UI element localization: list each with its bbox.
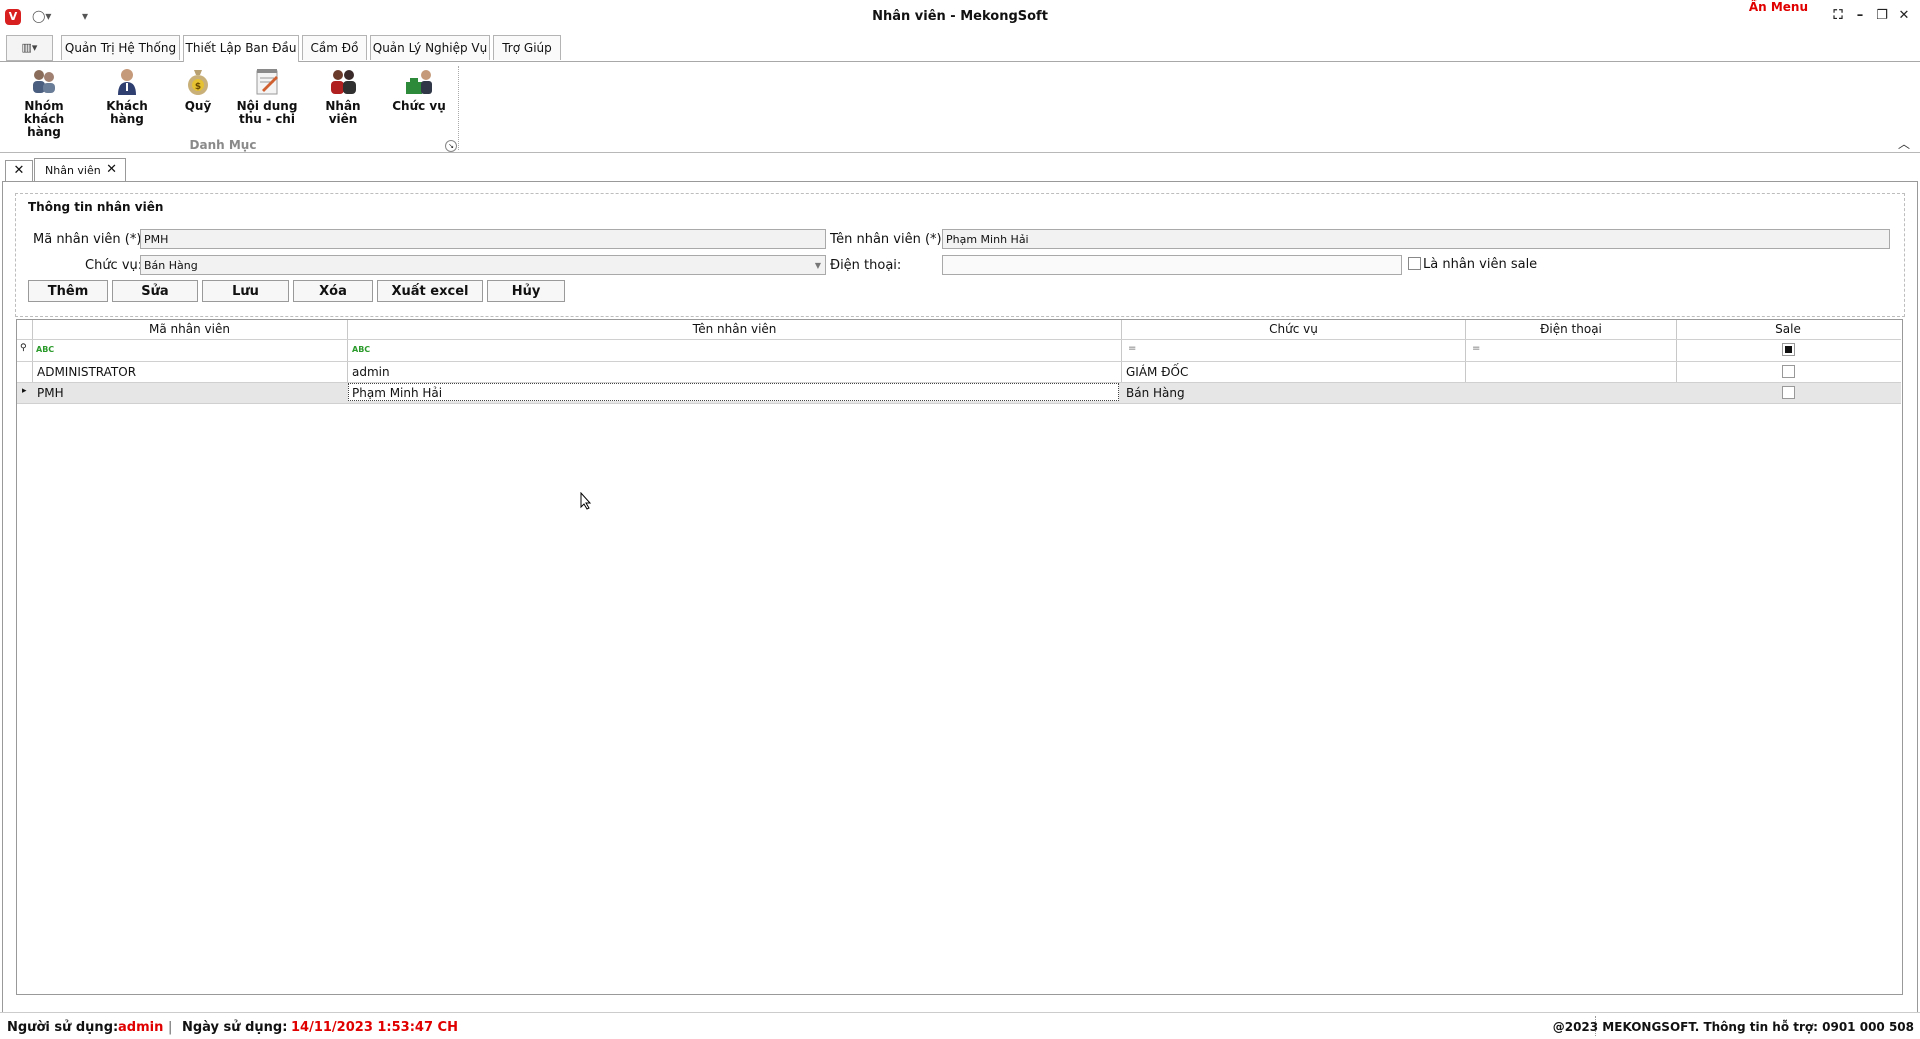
row-indicator-icon: ▸ <box>22 386 27 396</box>
ribbon-button-employees[interactable]: Nhân viên <box>310 66 376 126</box>
employees-icon <box>328 66 358 96</box>
tab-quan-ly-nghiep-vu[interactable]: Quản Lý Nghiệp Vụ <box>370 35 490 60</box>
document-tab-employees[interactable]: Nhân viên ✕ <box>34 158 126 181</box>
grid-cell-sale-checkbox[interactable] <box>1782 386 1795 399</box>
position-label: Chức vụ: <box>85 258 143 273</box>
column-header-sale[interactable]: Sale <box>1677 321 1899 338</box>
ribbon-group-separator <box>458 66 460 150</box>
tab-thiet-lap-ban-dau[interactable]: Thiết Lập Ban Đầu <box>183 35 299 62</box>
customer-icon <box>112 66 142 96</box>
filter-text-icon[interactable]: ABC <box>352 345 370 354</box>
filter-text-icon[interactable]: ABC <box>36 345 54 354</box>
restore-icon[interactable]: ❐ <box>1873 7 1891 25</box>
date-value: 14/11/2023 1:53:47 CH <box>291 1020 458 1035</box>
column-header-phone[interactable]: Điện thoại <box>1466 321 1676 338</box>
tab-tro-giup[interactable]: Trợ Giúp <box>493 35 561 60</box>
collapse-ribbon-icon[interactable]: ︿ <box>1898 135 1910 152</box>
user-value: admin <box>118 1020 164 1035</box>
phone-field[interactable] <box>942 255 1402 275</box>
minimize-icon[interactable]: – <box>1851 7 1869 25</box>
sale-checkbox[interactable] <box>1408 257 1421 270</box>
ribbon-button-customer[interactable]: Khách hàng <box>92 66 162 126</box>
sale-checkbox-label: Là nhân viên sale <box>1423 257 1538 272</box>
grid-cell-code[interactable]: PMH <box>37 383 64 403</box>
ribbon-group-label: Danh Mục <box>189 138 257 152</box>
save-button[interactable]: Lưu <box>202 280 289 302</box>
ribbon-button-label: Khách hàng <box>106 99 148 126</box>
customer-group-icon <box>29 66 59 96</box>
filter-indeterminate-mark <box>1785 346 1792 353</box>
employee-code-field[interactable]: PMH <box>140 229 826 249</box>
app-menu-button[interactable]: ▥▾ <box>6 35 53 61</box>
ribbon-button-position[interactable]: Chức vụ <box>388 66 450 113</box>
grid-row-line <box>17 403 1901 404</box>
column-header-name[interactable]: Tên nhân viên <box>348 321 1121 338</box>
export-excel-button[interactable]: Xuất excel <box>377 280 483 302</box>
document-tab-label: Nhân viên <box>45 164 101 177</box>
money-bag-icon: $ <box>183 66 213 96</box>
column-header-code[interactable]: Mã nhân viên <box>32 321 347 338</box>
employee-code-label: Mã nhân viên (*): <box>33 232 146 247</box>
cancel-button[interactable]: Hủy <box>487 280 565 302</box>
ribbon-button-customer-group[interactable]: Nhóm khách hàng <box>6 66 82 139</box>
edit-button[interactable]: Sửa <box>112 280 198 302</box>
employee-grid <box>16 319 1903 995</box>
grid-cell-position[interactable]: GIÁM ĐỐC <box>1126 362 1188 382</box>
close-all-tabs-icon[interactable]: ✕ <box>5 160 33 182</box>
filter-sale-checkbox[interactable] <box>1782 343 1795 356</box>
grid-cell-code[interactable]: ADMINISTRATOR <box>37 362 136 382</box>
ribbon-divider <box>0 152 1920 153</box>
mouse-cursor-icon <box>580 491 592 513</box>
ribbon-button-label: Nhóm khách hàng <box>23 99 65 139</box>
column-header-position[interactable]: Chức vụ <box>1122 321 1465 338</box>
tab-quan-tri-he-thong[interactable]: Quản Trị Hệ Thống <box>61 35 180 60</box>
ribbon-button-label: Quỹ <box>184 99 212 113</box>
user-label: Người sử dụng: <box>7 1020 119 1035</box>
employee-info-title: Thông tin nhân viên <box>28 200 164 214</box>
window-title: Nhân viên - MekongSoft <box>872 9 1048 24</box>
filter-equals-icon[interactable]: = <box>1128 343 1136 354</box>
chevron-down-icon[interactable]: ▼ <box>815 256 821 276</box>
tab-cam-do[interactable]: Cầm Đồ <box>302 35 367 60</box>
ribbon-button-income-expense[interactable]: Nội dung thu - chi <box>236 66 298 126</box>
grid-cell-sale-checkbox[interactable] <box>1782 365 1795 378</box>
phone-label: Điện thoại: <box>830 258 902 273</box>
position-dropdown-value: Bán Hàng <box>144 259 198 272</box>
notepad-icon <box>252 66 282 96</box>
grid-row-line <box>17 339 1901 340</box>
close-tab-icon[interactable]: ✕ <box>106 162 117 177</box>
fullscreen-icon[interactable]: ⛶ <box>1829 7 1847 25</box>
employee-name-field[interactable]: Phạm Minh Hải <box>942 229 1890 249</box>
status-separator: | <box>168 1020 173 1035</box>
filter-row-pin-icon: ⚲ <box>20 343 27 353</box>
hide-menu-link[interactable]: Ẩn Menu <box>1749 0 1808 14</box>
ribbon-button-label: Chức vụ <box>392 99 446 113</box>
employee-name-label: Tên nhân viên (*): <box>830 232 946 247</box>
add-button[interactable]: Thêm <box>28 280 108 302</box>
ribbon-button-label: Nội dung thu - chi <box>236 99 298 126</box>
group-launcher-icon[interactable]: ↘ <box>445 140 457 152</box>
copyright-text: @2023 MEKONGSOFT. Thông tin hỗ trợ: 0901… <box>1552 1020 1914 1034</box>
grid-cell-name[interactable]: admin <box>352 362 390 382</box>
grid-row-line <box>17 361 1901 362</box>
svg-text:$: $ <box>195 82 201 92</box>
ribbon-button-label: Nhân viên <box>325 99 361 126</box>
grid-cell-position[interactable]: Bán Hàng <box>1126 383 1185 403</box>
delete-button[interactable]: Xóa <box>293 280 373 302</box>
position-dropdown[interactable]: Bán Hàng ▼ <box>140 255 826 275</box>
ribbon-button-fund[interactable]: $ Quỹ <box>172 66 224 113</box>
date-label: Ngày sử dụng: <box>182 1020 288 1035</box>
grid-cell-name[interactable]: Phạm Minh Hải <box>348 383 1119 401</box>
close-window-icon[interactable]: ✕ <box>1895 7 1913 25</box>
position-icon <box>404 66 434 96</box>
filter-equals-icon[interactable]: = <box>1472 343 1480 354</box>
